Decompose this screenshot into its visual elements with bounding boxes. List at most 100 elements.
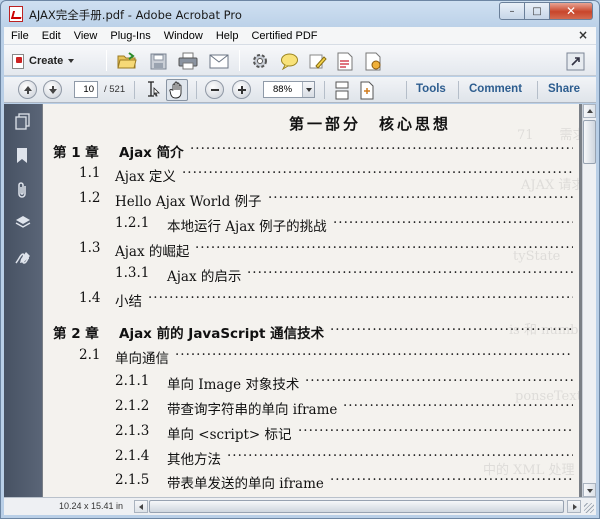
email-icon[interactable]	[208, 50, 230, 72]
maximize-button[interactable]: □	[525, 2, 550, 20]
toc-title: 单向 Image 对象技术	[167, 377, 300, 393]
window-controls: – □ ✕	[499, 2, 593, 20]
previous-page-button[interactable]	[18, 80, 37, 99]
document-close-button[interactable]: ×	[578, 28, 588, 42]
chevron-down-icon	[68, 59, 75, 63]
tab-separator	[458, 81, 459, 99]
toolbar-separator	[406, 81, 407, 99]
menu-certified-pdf[interactable]: Certified PDF	[244, 30, 323, 42]
arrow-up-icon	[23, 85, 32, 94]
create-button[interactable]: Create	[11, 51, 75, 71]
toc-title: 单向 <script> 标记	[167, 427, 292, 443]
open-folder-icon[interactable]	[116, 50, 138, 72]
toc-title: Ajax 的启示	[167, 269, 242, 285]
toc-section-line: 1.3.1 Ajax 的启示 ···························…	[43, 265, 579, 287]
page-thumbnails-icon[interactable]	[15, 113, 31, 130]
navigation-toolbar: 10 / 521 88% Tools Comment Share	[4, 77, 596, 103]
toc-section-line: 2.1.2 带查询字符串的单向 iframe ···················…	[43, 398, 579, 420]
zoom-out-button[interactable]	[205, 80, 224, 99]
toc-dot-leader: ········································…	[148, 290, 573, 306]
horizontal-scroll-thumb[interactable]	[149, 500, 564, 513]
toc-number: 2.1.2	[115, 398, 150, 414]
toc-number: 2.1.1	[115, 373, 150, 389]
page-layout-icon[interactable]	[331, 79, 353, 101]
toc-dot-leader: ········································…	[298, 423, 573, 439]
toolbar-separator	[239, 50, 240, 71]
scroll-left-arrow-icon[interactable]	[134, 500, 148, 513]
scroll-up-arrow-icon[interactable]	[583, 104, 596, 118]
pdf-page: 71 需求 AJAX 请求 tyState is 和 number ponseT…	[43, 104, 579, 497]
toc-dot-leader: ········································…	[227, 448, 573, 464]
sign-document-icon[interactable]	[362, 50, 384, 72]
toolbar-separator	[196, 81, 197, 99]
close-button[interactable]: ✕	[550, 2, 593, 20]
plus-icon	[237, 85, 246, 94]
zoom-in-button[interactable]	[232, 80, 251, 99]
document-page-icon[interactable]	[334, 50, 356, 72]
toc-dot-leader: ········································…	[175, 347, 573, 363]
toc-dot-leader: ········································…	[330, 472, 573, 488]
gear-icon[interactable]	[249, 50, 271, 72]
vertical-scrollbar[interactable]	[582, 104, 596, 497]
toc-number: 1.2.1	[115, 215, 150, 231]
toc-number: 2.1.4	[115, 448, 150, 464]
menu-view[interactable]: View	[67, 30, 104, 42]
page-total: / 521	[104, 84, 126, 95]
toc-dot-leader: ········································…	[333, 215, 573, 231]
hand-tool-icon[interactable]	[166, 79, 188, 101]
toc-dot-leader: ········································…	[268, 190, 573, 206]
toc-title: 带查询字符串的单向 iframe	[167, 402, 338, 418]
toc-section-line: 1.3 Ajax 的崛起 ·····························…	[43, 240, 579, 262]
menu-window[interactable]: Window	[157, 30, 209, 42]
minus-icon	[210, 88, 219, 91]
menu-plug-ins[interactable]: Plug-Ins	[103, 30, 156, 42]
select-cursor-icon[interactable]	[142, 79, 164, 101]
highlight-pen-icon[interactable]	[306, 50, 328, 72]
menu-help[interactable]: Help	[209, 30, 245, 42]
menu-edit[interactable]: Edit	[35, 30, 67, 42]
document-view[interactable]: 71 需求 AJAX 请求 tyState is 和 number ponseT…	[42, 104, 582, 497]
navigation-pane	[4, 104, 42, 497]
tab-tools[interactable]: Tools	[416, 83, 446, 95]
horizontal-scrollbar[interactable]	[134, 500, 581, 513]
toc-dot-leader: ········································…	[305, 373, 573, 389]
acrobat-pdf-icon	[9, 6, 23, 22]
toc-number: 第 2 章	[53, 326, 99, 342]
toc-section-line: 2.1.3 单向 <script> 标记 ·····················…	[43, 423, 579, 445]
toc-number: 第 1 章	[53, 145, 99, 161]
toc-number: 1.4	[79, 290, 101, 306]
page-number-input[interactable]: 10	[74, 81, 98, 98]
next-page-button[interactable]	[43, 80, 62, 99]
create-pdf-icon	[11, 53, 25, 69]
toc-section-line: 2.1.1 单向 Image 对象技术 ······················…	[43, 373, 579, 395]
scroll-down-arrow-icon[interactable]	[583, 483, 596, 497]
toc-dot-leader: ········································…	[190, 141, 573, 157]
tab-comment[interactable]: Comment	[469, 83, 522, 95]
fit-page-icon[interactable]	[356, 79, 378, 101]
toc-number: 1.3.1	[115, 265, 150, 281]
print-icon[interactable]	[177, 50, 199, 72]
arrow-down-icon	[48, 85, 57, 94]
toc-title: Ajax 定义	[115, 169, 176, 185]
zoom-select[interactable]: 88%	[263, 81, 315, 98]
vertical-scroll-thumb[interactable]	[583, 120, 596, 164]
save-icon[interactable]	[147, 50, 169, 72]
resize-grip-icon[interactable]	[584, 503, 594, 513]
scroll-right-arrow-icon[interactable]	[567, 500, 581, 513]
part-title: 第一部分 核心思想	[289, 115, 452, 133]
create-label: Create	[29, 55, 64, 67]
toc-dot-leader: ········································…	[343, 398, 573, 414]
toc-section-line: 1.4 小结 ···································…	[43, 290, 579, 312]
signatures-icon[interactable]	[15, 250, 31, 266]
expand-view-icon[interactable]	[564, 50, 586, 72]
attachment-paperclip-icon[interactable]	[15, 181, 31, 198]
layers-icon[interactable]	[15, 215, 31, 231]
minimize-button[interactable]: –	[499, 2, 525, 20]
menu-file[interactable]: File	[4, 30, 35, 42]
toc-dot-leader: ········································…	[182, 165, 573, 181]
bookmark-icon[interactable]	[15, 147, 31, 163]
comment-bubble-icon[interactable]	[278, 50, 300, 72]
tab-share[interactable]: Share	[548, 83, 580, 95]
toc-title: 本地运行 Ajax 例子的挑战	[167, 219, 327, 235]
chevron-down-icon[interactable]	[302, 82, 314, 97]
